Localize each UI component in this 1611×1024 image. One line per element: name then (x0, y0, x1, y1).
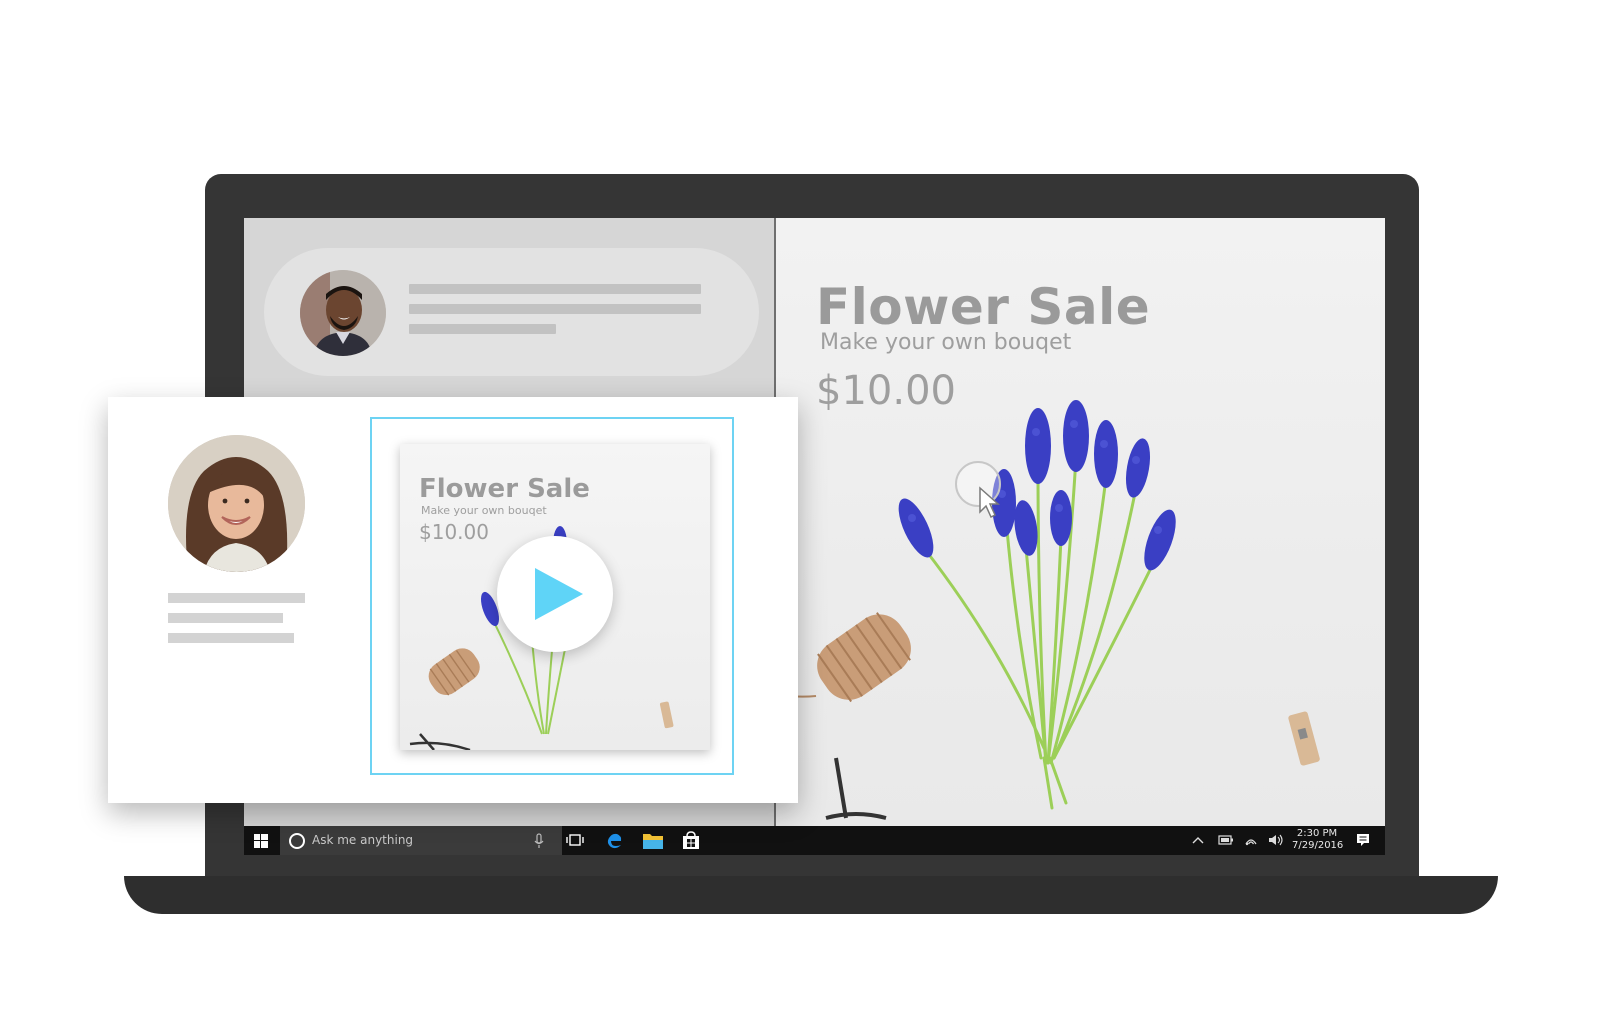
store-icon[interactable] (682, 831, 700, 850)
text-placeholder-line (168, 633, 294, 643)
text-placeholder-line (409, 324, 556, 334)
action-center-icon[interactable] (1356, 833, 1370, 847)
presenter-window: Flower Sale Make your own bouqet $10.00 (108, 397, 798, 803)
windows-start-icon[interactable] (254, 834, 268, 848)
file-explorer-icon[interactable] (642, 831, 664, 850)
shared-product-view: Flower Sale Make your own bouqet $10.00 (776, 218, 1385, 826)
text-placeholder-line (409, 284, 701, 294)
presenter-avatar (168, 435, 305, 572)
cortana-icon[interactable] (288, 832, 306, 850)
volume-icon[interactable] (1268, 834, 1284, 846)
text-placeholder-line (409, 304, 701, 314)
participant-avatar (300, 270, 386, 356)
text-placeholder-line (168, 593, 305, 603)
search-placeholder: Ask me anything (312, 833, 414, 847)
clock-date: 7/29/2016 (1292, 840, 1344, 851)
microphone-icon[interactable] (534, 833, 544, 849)
text-placeholder-line (168, 613, 283, 623)
edge-icon[interactable] (604, 830, 624, 851)
clock[interactable]: 2:30 PM 7/29/2016 (1292, 828, 1344, 852)
play-icon (535, 568, 583, 620)
product-video-thumbnail[interactable]: Flower Sale Make your own bouqet $10.00 (400, 444, 710, 750)
battery-icon[interactable] (1218, 835, 1234, 845)
play-button[interactable] (497, 536, 613, 652)
mouse-cursor-icon (955, 461, 1001, 519)
windows-taskbar: Ask me anything 2:30 PM 7/29/2016 (244, 826, 1385, 855)
wifi-icon[interactable] (1244, 834, 1258, 846)
task-view-icon[interactable] (566, 833, 584, 847)
clock-time: 2:30 PM (1296, 828, 1338, 839)
laptop-base (124, 876, 1498, 914)
chevron-up-icon[interactable] (1192, 835, 1204, 845)
flower-bouquet-image (776, 400, 1320, 820)
